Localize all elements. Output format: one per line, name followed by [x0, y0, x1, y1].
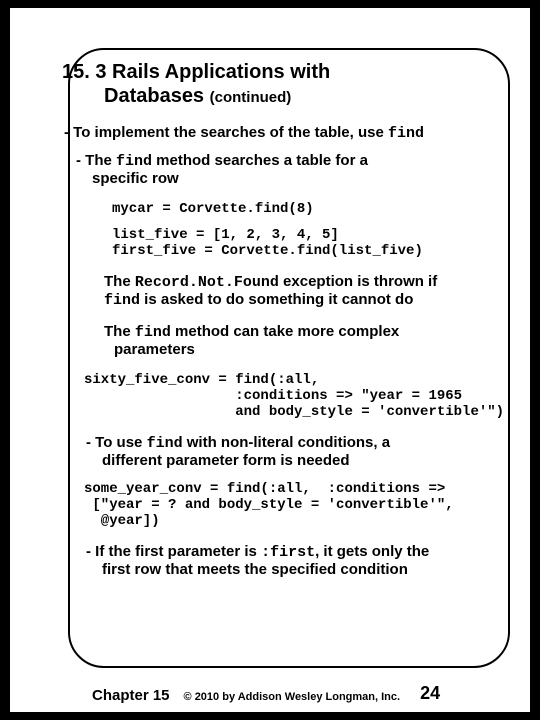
code-block-3: sixty_five_conv = find(:all, :conditions… — [84, 372, 500, 420]
paragraph-1-line2: find is asked to do something it cannot … — [62, 291, 500, 309]
bullet-3: - To use find with non-literal condition… — [62, 434, 500, 452]
rounded-frame: 15. 3 Rails Applications with Databases … — [68, 48, 510, 668]
bullet-3-line2: different parameter form is needed — [62, 452, 500, 469]
paragraph-1: The Record.Not.Found exception is thrown… — [62, 273, 500, 291]
copyright: © 2010 by Addison Wesley Longman, Inc. — [184, 691, 401, 703]
content: 15. 3 Rails Applications with Databases … — [62, 60, 500, 578]
bullet-4-pre: - If the first parameter is — [86, 543, 261, 560]
para1-pre: The — [104, 273, 135, 290]
code-block-2: list_five = [1, 2, 3, 4, 5] first_five =… — [112, 227, 500, 259]
code-inline: find — [388, 125, 424, 142]
para2-pre: The — [104, 323, 135, 340]
page-number: 24 — [420, 683, 440, 704]
para1-post: is asked to do something it cannot do — [140, 291, 413, 308]
code-inline: find — [135, 324, 171, 341]
code-block-1: mycar = Corvette.find(8) — [112, 201, 500, 217]
bullet-4: - If the first parameter is :first, it g… — [62, 543, 500, 561]
bullet-2: - The find method searches a table for a — [62, 152, 500, 170]
bullet-4-post: , it gets only the — [315, 543, 429, 560]
code-inline: find — [147, 435, 183, 452]
bullet-1: - To implement the searches of the table… — [62, 124, 500, 142]
slide-page: 15. 3 Rails Applications with Databases … — [10, 8, 530, 712]
bullet-3-post: with non-literal conditions, a — [183, 434, 391, 451]
code-inline: :first — [261, 544, 315, 561]
bullet-4-line2: first row that meets the specified condi… — [62, 561, 500, 578]
section-title-line1: 15. 3 Rails Applications with — [62, 60, 500, 85]
bullet-2-post: method searches a table for a — [152, 152, 368, 169]
para1-mid: exception is thrown if — [279, 273, 437, 290]
code-inline: Record.Not.Found — [135, 274, 279, 291]
code-inline: find — [116, 153, 152, 170]
bullet-2-line2: specific row — [62, 170, 500, 187]
bullet-3-pre: - To use — [86, 434, 147, 451]
title-word: Databases — [104, 85, 204, 107]
title-continued: (continued) — [210, 89, 292, 106]
paragraph-2: The find method can take more complex — [62, 323, 500, 341]
paragraph-2-line2: parameters — [62, 341, 500, 358]
chapter-label: Chapter 15 — [92, 687, 170, 704]
code-inline: find — [104, 292, 140, 309]
bullet-2-pre: - The — [76, 152, 116, 169]
para2-post: method can take more complex — [171, 323, 399, 340]
footer: Chapter 15 © 2010 by Addison Wesley Long… — [10, 683, 530, 704]
section-title-line2: Databases (continued) — [62, 85, 500, 108]
bullet-1-text: - To implement the searches of the table… — [64, 124, 388, 141]
code-block-4: some_year_conv = find(:all, :conditions … — [84, 481, 500, 529]
